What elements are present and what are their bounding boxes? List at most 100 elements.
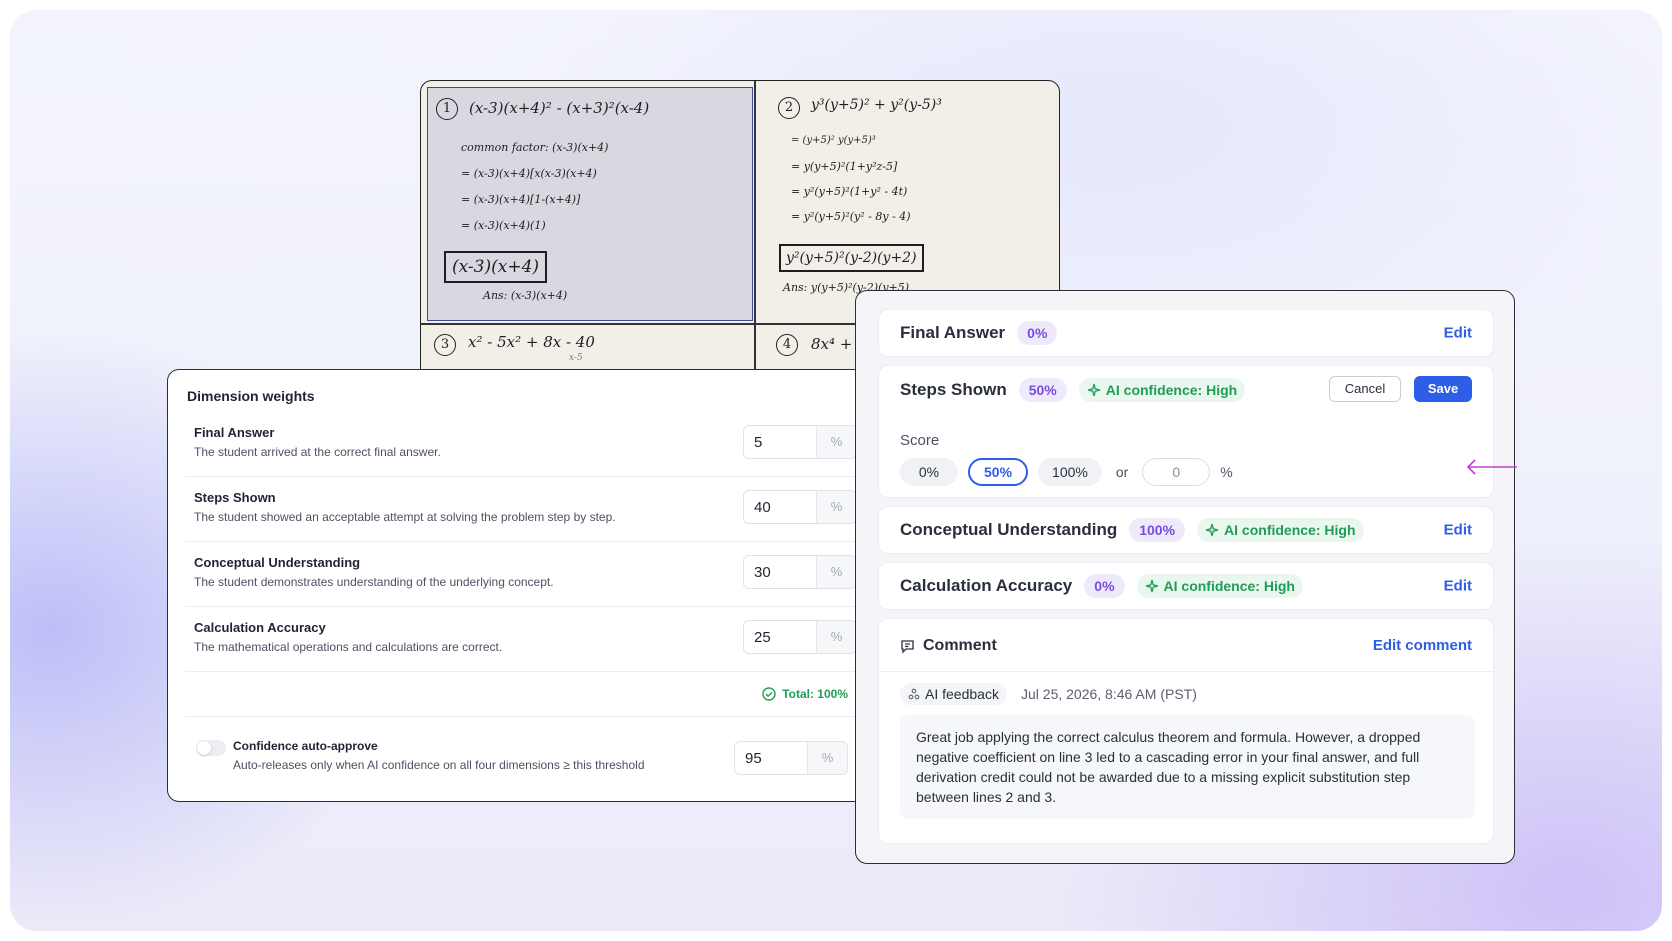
custom-score-input[interactable]: 0 [1142, 458, 1211, 486]
grading-panel: Final Answer 0% Edit Steps Shown 50% AI … [855, 290, 1515, 864]
percent-unit: % [816, 556, 856, 588]
sparkle-icon [1145, 579, 1158, 593]
auto-approve-toggle[interactable] [196, 740, 226, 756]
weight-row-calculation-accuracy: Calculation Accuracy The mathematical op… [185, 610, 857, 672]
threshold-value[interactable]: 95 [735, 742, 807, 774]
weight-input[interactable]: 30 % [743, 555, 857, 589]
score-options: 0% 50% 100% or 0 % [900, 458, 1233, 486]
weight-name: Final Answer [194, 425, 275, 440]
card-title: Dimension weights [187, 388, 315, 404]
auto-approve-description: Auto-releases only when AI confidence on… [233, 758, 645, 772]
dimension-header: Calculation Accuracy 0% AI confidence: H… [900, 574, 1303, 598]
comment-icon [901, 640, 914, 654]
edit-button[interactable]: Edit [1444, 578, 1472, 595]
weight-description: The student showed an acceptable attempt… [194, 510, 616, 524]
comment-card: Comment Edit comment AI feedback Jul 25,… [878, 618, 1494, 844]
weight-value[interactable]: 30 [744, 556, 816, 588]
step-text: = (x-3)(x+4)(1) [461, 219, 546, 232]
boxed-answer: y²(y+5)²(y-2)(y+2) [779, 244, 924, 272]
feedback-timestamp: Jul 25, 2026, 8:46 AM (PST) [1021, 686, 1197, 702]
dimension-weights-card: Dimension weights Final Answer The stude… [167, 369, 875, 802]
step-text: = (x-3)(x+4)[1-(x+4)] [461, 193, 581, 206]
problem-text: y³(y+5)² + y²(y-5)³ [811, 97, 942, 113]
weight-row-steps-shown: Steps Shown The student showed an accept… [185, 480, 857, 542]
ai-feedback-label: AI feedback [925, 686, 999, 702]
weight-row-final-answer: Final Answer The student arrived at the … [185, 415, 857, 477]
weight-name: Steps Shown [194, 490, 276, 505]
dimension-card-steps-shown: Steps Shown 50% AI confidence: High Canc… [878, 365, 1494, 498]
step-text: = y²(y+5)²(1+y² - 4t) [791, 185, 908, 198]
percent-unit: % [816, 491, 856, 523]
edit-button[interactable]: Edit [1444, 325, 1472, 342]
step-text: = (y+5)² y(y+5)³ [791, 135, 876, 146]
check-circle-icon [762, 687, 776, 701]
dimension-card-calculation-accuracy: Calculation Accuracy 0% AI confidence: H… [878, 562, 1494, 610]
weight-input[interactable]: 25 % [743, 620, 857, 654]
problem-text: 8x⁴ + [811, 335, 853, 353]
edit-button[interactable]: Edit [1444, 522, 1472, 539]
percent-unit: % [816, 426, 856, 458]
dimension-name: Conceptual Understanding [900, 520, 1118, 539]
dimension-header: Steps Shown 50% AI confidence: High [900, 378, 1246, 402]
boxed-answer: (x-3)(x+4) [444, 251, 548, 283]
ai-confidence-badge: AI confidence: High [1197, 518, 1364, 542]
divider [879, 671, 1493, 672]
dimension-name: Steps Shown [900, 380, 1007, 399]
weight-name: Conceptual Understanding [194, 555, 361, 570]
ai-nodes-icon [908, 688, 920, 700]
score-option-0[interactable]: 0% [900, 458, 958, 486]
sparkle-icon [1205, 523, 1219, 537]
comment-title: Comment [923, 637, 997, 654]
question-number: 3 [434, 334, 456, 356]
weight-input[interactable]: 5 % [743, 425, 857, 459]
score-badge: 100% [1129, 518, 1186, 542]
question-number: 2 [778, 97, 800, 119]
weight-description: The student demonstrates understanding o… [194, 575, 554, 589]
dimension-name: Final Answer [900, 323, 1006, 342]
save-button[interactable]: Save [1414, 376, 1472, 402]
weight-row-conceptual-understanding: Conceptual Understanding The student dem… [185, 545, 857, 607]
step-text: = y(y+5)²(1+y²z-5] [791, 160, 898, 173]
or-label: or [1115, 464, 1129, 480]
percent-unit: % [807, 742, 847, 774]
weight-value[interactable]: 5 [744, 426, 816, 458]
divider [185, 716, 857, 717]
score-badge: 0% [1084, 574, 1125, 598]
score-option-100[interactable]: 100% [1038, 458, 1102, 486]
problem-text: (x-3)(x+4)² - (x+3)²(x-4) [469, 99, 650, 117]
ai-confidence-badge: AI confidence: High [1078, 378, 1246, 402]
question-number: 1 [436, 98, 458, 120]
sparkle-icon [1087, 383, 1100, 397]
score-badge: 0% [1017, 321, 1058, 345]
percent-unit: % [1220, 464, 1233, 480]
dimension-card-final-answer: Final Answer 0% Edit [878, 309, 1494, 357]
ai-confidence-badge: AI confidence: High [1136, 574, 1303, 598]
ai-feedback-tag: AI feedback [900, 683, 1007, 705]
question-number: 4 [776, 334, 798, 356]
weight-name: Calculation Accuracy [194, 620, 326, 635]
threshold-input[interactable]: 95 % [734, 741, 848, 775]
score-option-50[interactable]: 50% [968, 458, 1029, 486]
weight-input[interactable]: 40 % [743, 490, 857, 524]
weight-value[interactable]: 25 [744, 621, 816, 653]
weight-description: The mathematical operations and calculat… [194, 640, 503, 654]
dimension-header: Final Answer 0% [900, 321, 1058, 345]
dimension-card-conceptual-understanding: Conceptual Understanding 100% AI confide… [878, 506, 1494, 554]
answer-text: Ans: (x-3)(x+4) [483, 289, 568, 302]
edit-comment-button[interactable]: Edit comment [1373, 637, 1472, 654]
arrow-left-icon [1466, 459, 1517, 475]
dimension-header: Conceptual Understanding 100% AI confide… [900, 518, 1364, 542]
cancel-button[interactable]: Cancel [1329, 376, 1401, 402]
confidence-text: AI confidence: High [1163, 578, 1295, 594]
problem-text: x² - 5x² + 8x - 40 [468, 333, 595, 351]
worksheet-divider [754, 81, 756, 379]
weight-description: The student arrived at the correct final… [194, 445, 441, 459]
step-text: = (x-3)(x+4)[x(x-3)(x+4) [461, 167, 597, 180]
dimension-name: Calculation Accuracy [900, 576, 1073, 595]
step-text: common factor: (x-3)(x+4) [461, 141, 609, 154]
score-badge: 50% [1018, 378, 1067, 402]
auto-approve-title: Confidence auto-approve [233, 739, 378, 753]
step-text: = y²(y+5)²(y² - 8y - 4) [791, 210, 911, 223]
weight-value[interactable]: 40 [744, 491, 816, 523]
confidence-text: AI confidence: High [1224, 522, 1356, 538]
